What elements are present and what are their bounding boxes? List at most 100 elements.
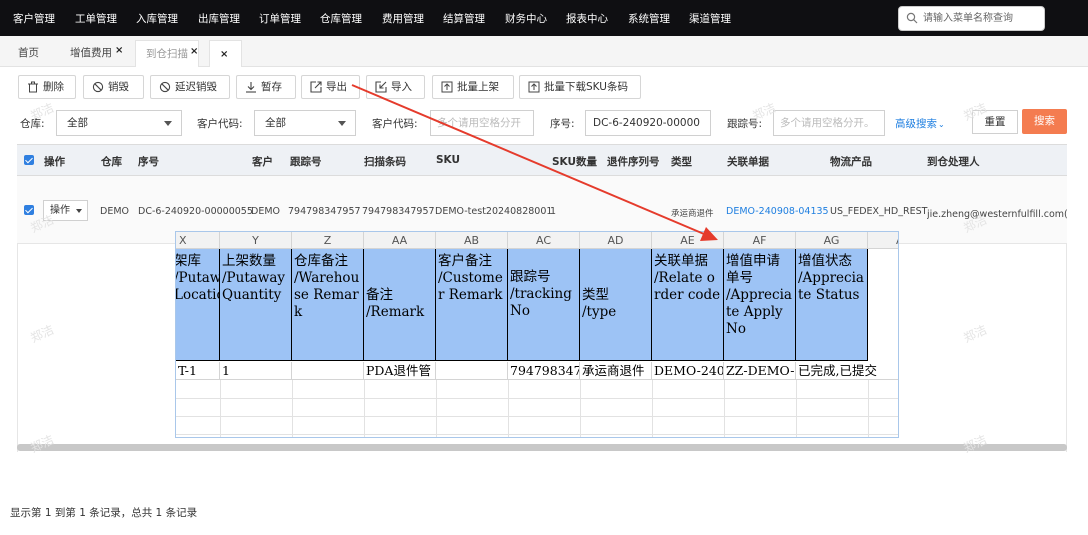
sheet-data-cell[interactable]: PDA退件管 <box>364 362 436 380</box>
sheet-header-cell[interactable]: 跟踪号 /trackingNo <box>508 249 580 361</box>
sheet-data-cell[interactable]: ZZ-DEMO-6 <box>724 362 796 380</box>
sheet-data-cell[interactable]: T-1 <box>176 362 220 380</box>
export-icon <box>310 81 322 93</box>
close-icon[interactable]: × <box>220 49 228 61</box>
col-letter: AE <box>652 232 724 249</box>
nav-workorder[interactable]: 工单管理 <box>75 11 117 26</box>
col-header-sku-qty: SKU数量 <box>552 156 598 168</box>
col-header-warehouse: 仓库 <box>101 156 122 168</box>
sheet-header-cell[interactable]: 上架数量 /Putaway Quantity <box>220 249 292 361</box>
horizontal-scrollbar[interactable] <box>17 444 1067 451</box>
nav-channels[interactable]: 渠道管理 <box>689 11 731 26</box>
customer-code-input[interactable] <box>430 110 534 136</box>
spreadsheet-overlay: X Y Z AA AB AC AD AE AF AG A 架库 /Putawa … <box>175 231 899 438</box>
destroy-button[interactable]: 销毁 <box>83 75 144 99</box>
sheet-data-cell[interactable]: 794798347 <box>508 362 580 380</box>
sheet-header-cell[interactable]: 架库 /Putawa Locatio <box>176 249 220 361</box>
close-icon[interactable]: × <box>190 46 198 58</box>
sheet-gridline <box>292 380 293 437</box>
export-button[interactable]: 导出 <box>301 75 360 99</box>
upload-icon <box>528 81 540 93</box>
ban-icon <box>92 81 104 93</box>
tab-blank[interactable]: × <box>209 40 242 67</box>
row-action-label: 操作 <box>50 205 70 216</box>
sheet-gridline <box>724 380 725 437</box>
nav-inbound[interactable]: 入库管理 <box>136 11 178 26</box>
spreadsheet-column-header-row: X Y Z AA AB AC AD AE AF AG A <box>176 232 898 249</box>
nav-outbound[interactable]: 出库管理 <box>198 11 240 26</box>
tab-arrival-scan-label: 到仓扫描 <box>146 48 188 60</box>
destroy-label: 销毁 <box>108 81 129 93</box>
search-button[interactable]: 搜索 <box>1022 109 1067 134</box>
advanced-search-link[interactable]: 高级搜索⌄ <box>895 116 945 131</box>
nav-orders[interactable]: 订单管理 <box>259 11 301 26</box>
col-letter: Z <box>292 232 364 249</box>
import-button[interactable]: 导入 <box>366 75 425 99</box>
select-all-checkbox[interactable] <box>24 155 34 165</box>
sheet-header-cell[interactable]: 仓库备注 /Warehouse Remark <box>292 249 364 361</box>
batch-shelve-button[interactable]: 批量上架 <box>432 75 514 99</box>
tab-arrival-scan[interactable]: 到仓扫描 × <box>135 40 199 67</box>
sheet-header-cell[interactable]: 关联单据 /Relate order code <box>652 249 724 361</box>
nav-reports[interactable]: 报表中心 <box>566 11 608 26</box>
export-label: 导出 <box>326 81 347 93</box>
col-letter: AB <box>436 232 508 249</box>
col-header-type: 类型 <box>671 156 692 168</box>
sheet-header-cell[interactable]: 客户备注 /Customer Remark <box>436 249 508 361</box>
col-header-seq: 序号 <box>138 156 159 168</box>
row-checkbox[interactable] <box>24 205 34 215</box>
nav-system[interactable]: 系统管理 <box>628 11 670 26</box>
nav-fees[interactable]: 费用管理 <box>382 11 424 26</box>
cell-sku: DEMO-test20240828001 <box>435 206 553 217</box>
col-header-sku: SKU <box>436 154 461 166</box>
sheet-header-cell[interactable]: 备注 /Remark <box>364 249 436 361</box>
warehouse-select[interactable]: 全部 <box>56 110 182 136</box>
sheet-gridline <box>364 380 365 437</box>
menu-search-input[interactable] <box>921 10 1041 27</box>
batch-download-sku-button[interactable]: 批量下载SKU条码 <box>519 75 641 99</box>
col-letter: Y <box>220 232 292 249</box>
upload-icon <box>441 81 453 93</box>
cell-customer: DEMO <box>251 206 280 217</box>
customer-code-select-value: 全部 <box>265 117 286 129</box>
nav-customer[interactable]: 客户管理 <box>13 11 55 26</box>
sheet-data-cell[interactable] <box>436 362 508 380</box>
sheet-data-cell[interactable]: 1 <box>220 362 292 380</box>
table-header: 操作 仓库 序号 客户 跟踪号 扫描条码 SKU SKU数量 退件序列号 类型 … <box>17 144 1067 176</box>
close-icon[interactable]: × <box>115 45 123 57</box>
tab-home-label: 首页 <box>18 47 39 59</box>
tab-value-added-fees[interactable]: 增值费用 × <box>60 40 123 67</box>
cell-warehouse: DEMO <box>100 206 129 217</box>
sheet-data-cell[interactable]: 承运商退件 <box>580 362 652 380</box>
col-header-scan-code: 扫描条码 <box>364 156 406 168</box>
nav-warehouse[interactable]: 仓库管理 <box>320 11 362 26</box>
ban-icon <box>159 81 171 93</box>
nav-settlement[interactable]: 结算管理 <box>443 11 485 26</box>
temp-save-button[interactable]: 暂存 <box>236 75 296 99</box>
delete-button[interactable]: 删除 <box>18 75 76 99</box>
seq-input[interactable]: DC-6-240920-00000 <box>585 110 711 136</box>
cell-related-doc[interactable]: DEMO-240908-04135 <box>726 206 829 217</box>
sheet-header-cell[interactable]: 增值申请单号 /Appreciate Apply No <box>724 249 796 361</box>
sheet-data-cell[interactable]: DEMO-2409 <box>652 362 724 380</box>
import-icon <box>375 81 387 93</box>
pagination-summary: 显示第 1 到第 1 条记录，总共 1 条记录 <box>10 507 198 519</box>
delay-destroy-button[interactable]: 延迟销毁 <box>150 75 230 99</box>
col-letter: A <box>868 232 898 249</box>
col-letter: AA <box>364 232 436 249</box>
sheet-gridline <box>176 398 898 399</box>
sheet-gridline <box>176 416 898 417</box>
tracking-input[interactable] <box>773 110 885 136</box>
batch-shelve-label: 批量上架 <box>457 81 499 93</box>
sheet-data-cell[interactable] <box>292 362 364 380</box>
sheet-data-cell[interactable]: 已完成,已提交 <box>796 362 898 380</box>
tab-home[interactable]: 首页 <box>8 40 49 67</box>
sheet-header-cell[interactable]: 增值状态 /Appreciate Status <box>796 249 868 361</box>
tab-value-added-fees-label: 增值费用 <box>70 47 112 59</box>
seq-input-value: DC-6-240920-00000 <box>593 117 700 129</box>
sheet-header-cell[interactable]: 类型 /type <box>580 249 652 361</box>
customer-code-select[interactable]: 全部 <box>254 110 356 136</box>
top-nav-bar: 客户管理 工单管理 入库管理 出库管理 订单管理 仓库管理 费用管理 结算管理 … <box>0 0 1088 36</box>
nav-finance[interactable]: 财务中心 <box>505 11 547 26</box>
menu-search-box[interactable] <box>898 6 1045 31</box>
